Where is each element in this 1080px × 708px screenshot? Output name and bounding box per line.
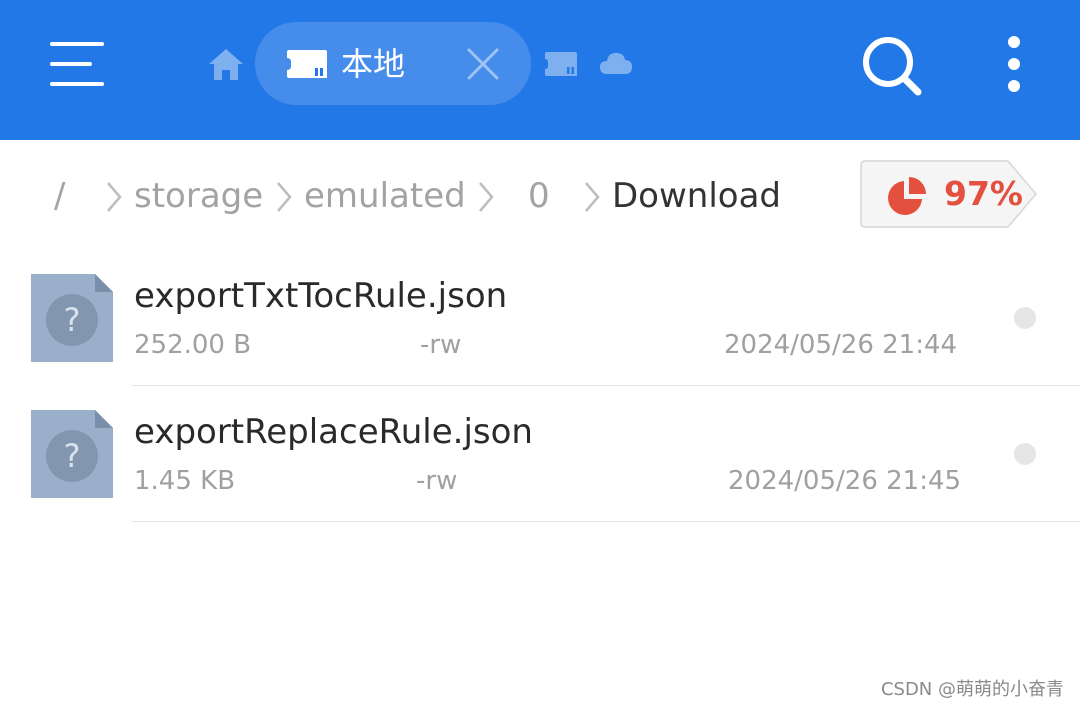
breadcrumb-item-download[interactable]: Download	[612, 174, 781, 218]
breadcrumb-root[interactable]: /	[54, 174, 65, 218]
file-permissions: -rw	[420, 330, 462, 360]
tab-local-label: 本地	[341, 45, 406, 83]
file-permissions: -rw	[416, 466, 458, 496]
unknown-file-icon: ?	[31, 410, 113, 498]
chevron-right-icon	[479, 182, 494, 212]
search-icon[interactable]	[860, 34, 924, 98]
sd-card-tab-icon[interactable]	[544, 50, 578, 78]
unknown-file-icon: ?	[31, 274, 113, 362]
top-app-bar: 本地	[0, 0, 1080, 140]
cloud-icon[interactable]	[598, 48, 634, 80]
file-size: 252.00 B	[134, 330, 252, 360]
file-date: 2024/05/26 21:45	[728, 466, 962, 496]
sd-card-icon	[287, 50, 327, 78]
breadcrumb-item-0[interactable]: 0	[528, 174, 550, 218]
file-name: exportReplaceRule.json	[134, 412, 533, 452]
divider	[132, 521, 1080, 522]
svg-text:?: ?	[64, 301, 81, 339]
breadcrumb-item-emulated[interactable]: emulated	[304, 174, 466, 218]
pie-chart-icon	[888, 177, 926, 215]
select-checkbox[interactable]	[1014, 443, 1036, 465]
tab-local[interactable]: 本地	[255, 22, 531, 105]
list-item[interactable]: ? exportReplaceRule.json 1.45 KB -rw 202…	[0, 388, 1080, 524]
more-options-icon[interactable]	[996, 32, 1032, 98]
chevron-right-icon	[585, 182, 600, 212]
watermark: CSDN @萌萌的小奋青	[880, 679, 1064, 700]
svg-text:?: ?	[64, 437, 81, 475]
breadcrumb: / storage emulated 0 Download	[0, 160, 860, 232]
chevron-right-icon	[277, 182, 292, 212]
file-size: 1.45 KB	[134, 466, 236, 496]
storage-usage-badge[interactable]: 97%	[860, 160, 1038, 228]
divider	[132, 385, 1080, 386]
select-checkbox[interactable]	[1014, 307, 1036, 329]
list-item[interactable]: ? exportTxtTocRule.json 252.00 B -rw 202…	[0, 252, 1080, 388]
home-icon[interactable]	[206, 46, 246, 82]
breadcrumb-item-storage[interactable]: storage	[134, 174, 263, 218]
file-name: exportTxtTocRule.json	[134, 276, 508, 316]
storage-usage-percent: 97%	[944, 174, 1023, 213]
file-date: 2024/05/26 21:44	[724, 330, 958, 360]
chevron-right-icon	[107, 182, 122, 212]
close-tab-icon[interactable]	[465, 46, 501, 82]
menu-icon[interactable]	[44, 38, 110, 92]
